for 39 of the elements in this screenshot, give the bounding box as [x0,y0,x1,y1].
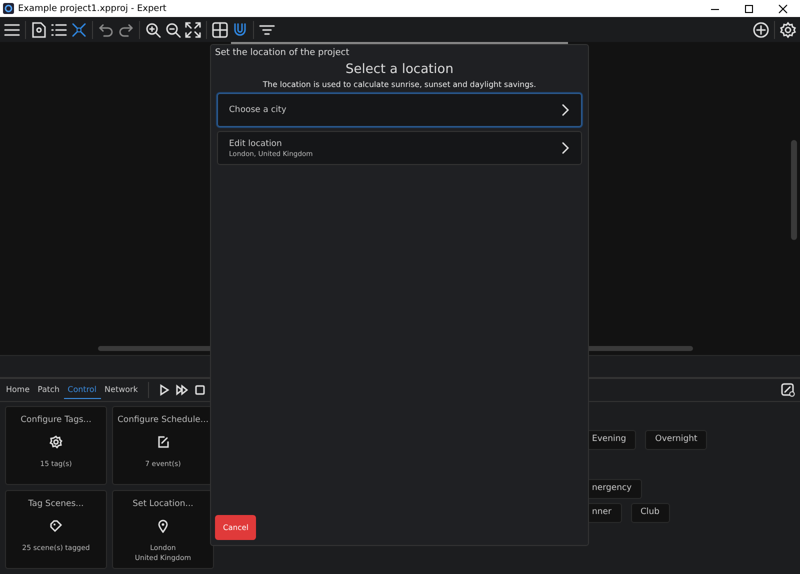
chip[interactable]: Club [630,503,670,523]
tools-icon[interactable] [70,20,88,38]
card-title: Tag Scenes... [28,499,84,509]
chevron-right-icon [561,104,569,116]
play-icon[interactable] [158,384,170,396]
app-icon [3,3,14,14]
zoom-out-icon[interactable] [164,20,182,38]
scrollbar[interactable] [791,140,797,240]
tab[interactable]: Patch [34,381,64,399]
fast-forward-icon[interactable] [176,384,188,396]
chip[interactable]: Evening [589,430,636,450]
chip[interactable]: nergency [589,479,642,499]
dialog-header: Set the location of the project [215,48,350,58]
add-icon[interactable] [752,20,770,38]
gear-icon [49,435,63,449]
grid-icon[interactable] [211,20,229,38]
tab[interactable]: Home [2,381,34,399]
location-pin-icon [156,519,170,533]
edit-icon [156,435,170,449]
zoom-in-icon[interactable] [144,20,162,38]
document-icon[interactable] [30,20,48,38]
card-title: Configure Schedule... [117,415,209,425]
panel-settings-icon[interactable] [781,383,795,397]
close-button[interactable] [777,2,789,14]
card-title: Set Location... [132,499,194,509]
fit-icon[interactable] [184,20,202,38]
chip[interactable]: nner [589,503,622,523]
window-title: Example project1.xpproj - Expert [18,4,168,14]
chevron-right-icon [561,142,569,154]
stop-icon[interactable] [194,384,206,396]
tag-icon [49,519,63,533]
option-row[interactable]: Choose a city [217,93,582,127]
settings-icon[interactable] [779,20,797,38]
tab[interactable]: Control [64,381,101,399]
maximize-button[interactable] [743,2,755,14]
tab[interactable]: Network [100,381,142,399]
chip[interactable]: Overnight [645,430,708,450]
card-title: Configure Tags... [20,415,92,425]
dialog-title: Select a location [344,62,454,77]
